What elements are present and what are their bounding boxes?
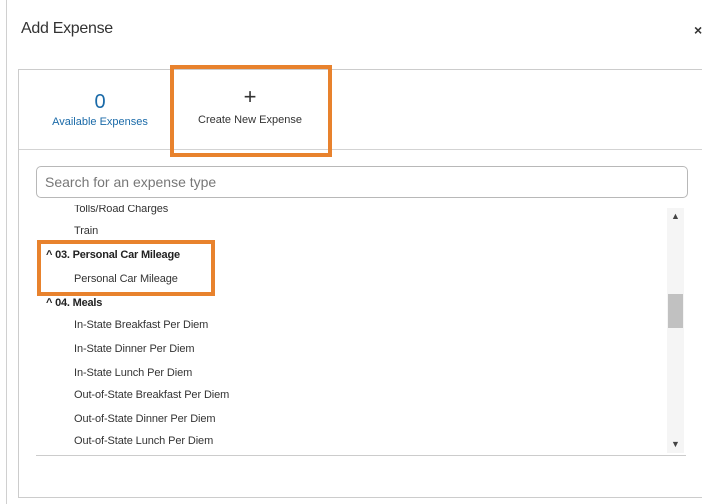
list-item[interactable]: Out-of-State Lunch Per Diem [74, 435, 213, 447]
available-label: Available Expenses [52, 116, 148, 128]
search-input[interactable] [36, 166, 688, 198]
list-scrollbar[interactable]: ▲ ▼ [667, 208, 684, 453]
tab-create-new-expense[interactable]: + Create New Expense [173, 70, 327, 149]
scroll-up-icon[interactable]: ▲ [667, 208, 684, 225]
list-item[interactable]: Out-of-State Dinner Per Diem [74, 413, 216, 425]
list-item[interactable]: In-State Dinner Per Diem [74, 343, 195, 355]
expense-type-list: Tolls/Road Charges Train ^ 03. Personal … [36, 205, 688, 455]
list-item[interactable]: In-State Breakfast Per Diem [74, 319, 208, 331]
scroll-thumb[interactable] [668, 294, 683, 328]
close-icon[interactable]: × [694, 22, 702, 38]
list-divider [36, 455, 686, 456]
list-item[interactable]: Out-of-State Breakfast Per Diem [74, 389, 229, 401]
list-item[interactable]: Train [74, 225, 98, 237]
dialog-title: Add Expense [21, 20, 113, 37]
list-item[interactable]: Personal Car Mileage [74, 273, 178, 285]
list-item[interactable]: Tolls/Road Charges [74, 205, 168, 215]
available-count: 0 [94, 91, 106, 113]
plus-icon: + [243, 84, 257, 109]
tab-available-expenses[interactable]: 0 Available Expenses [27, 90, 173, 140]
group-header-personal-car-mileage[interactable]: ^ 03. Personal Car Mileage [46, 249, 180, 261]
scroll-down-icon[interactable]: ▼ [667, 436, 684, 453]
group-header-meals[interactable]: ^ 04. Meals [46, 297, 102, 309]
create-label: Create New Expense [198, 114, 302, 126]
list-item[interactable]: In-State Lunch Per Diem [74, 367, 192, 379]
tabs-divider [19, 149, 702, 150]
